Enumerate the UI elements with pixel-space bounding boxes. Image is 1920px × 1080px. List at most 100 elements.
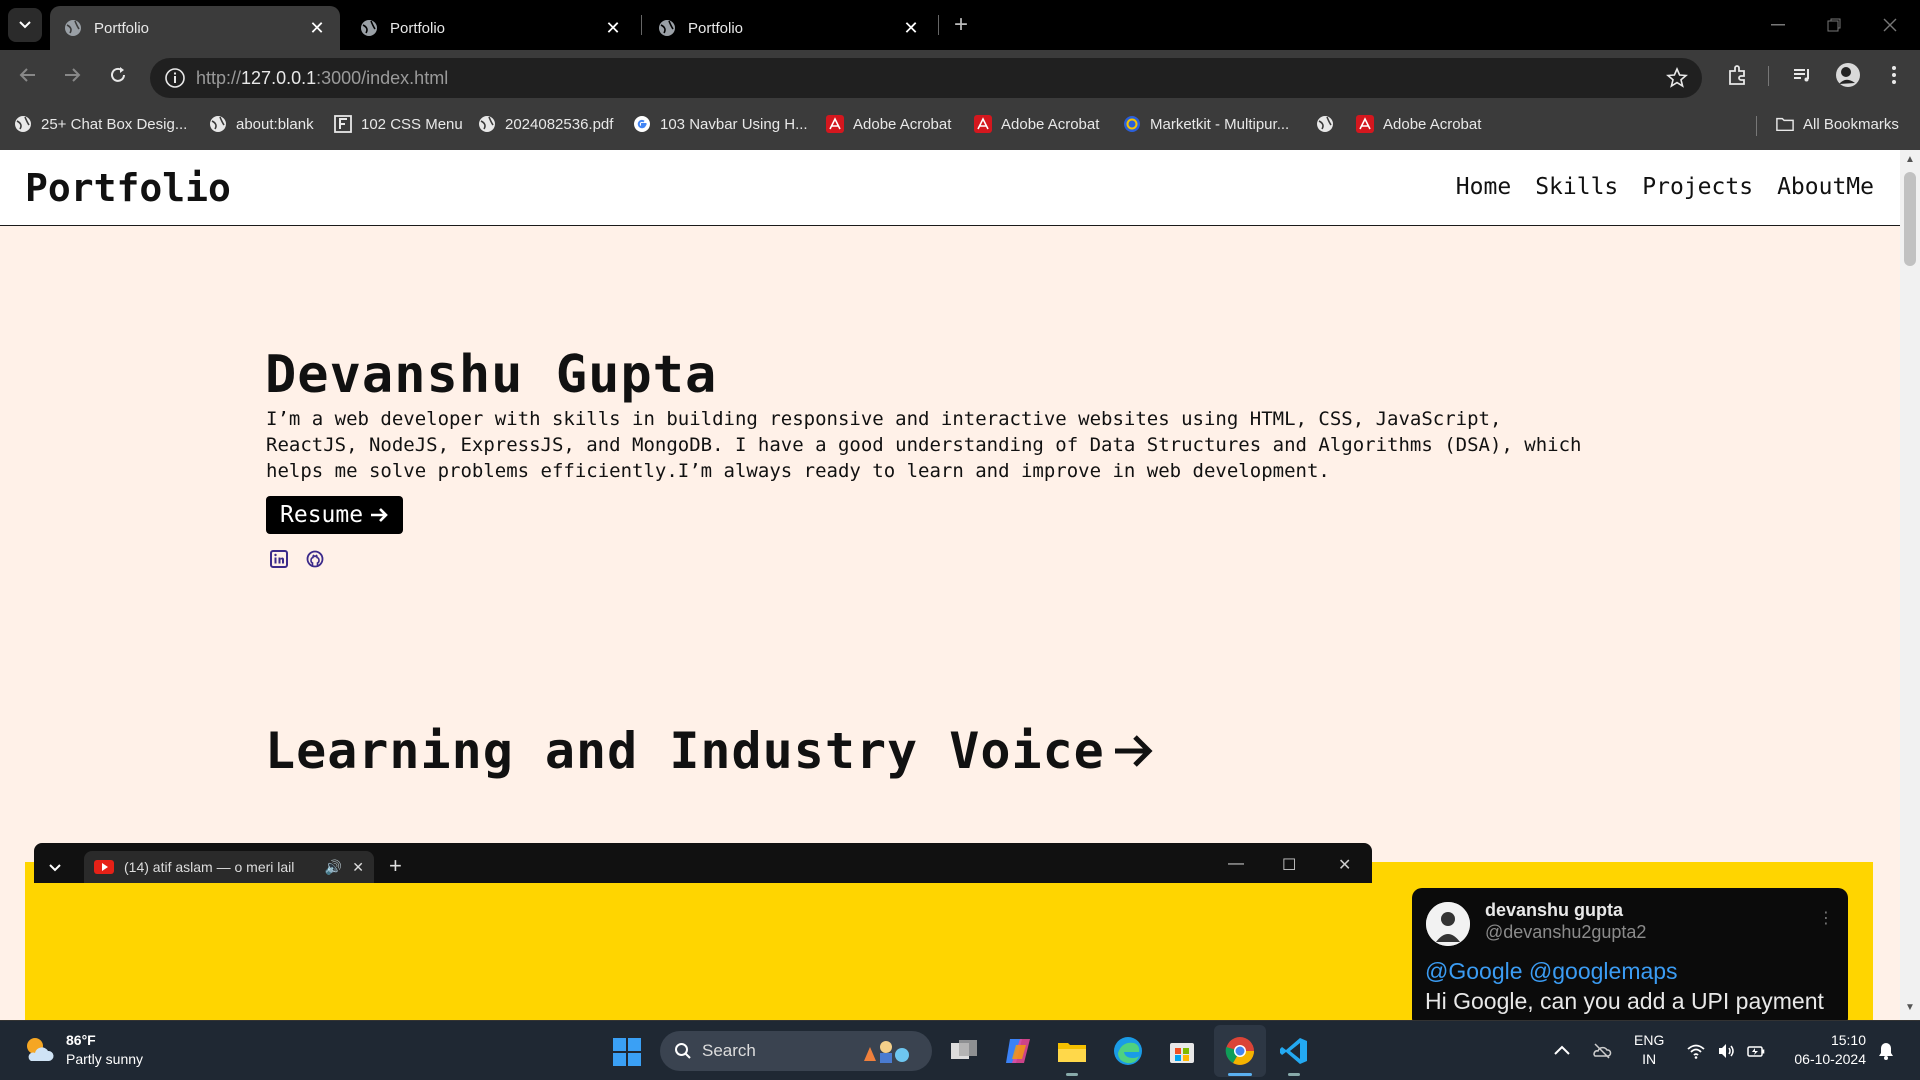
system-clock[interactable]: 15:10 06-10-2024: [1786, 1031, 1866, 1069]
star-icon[interactable]: [1666, 67, 1688, 89]
restore-button[interactable]: [1814, 8, 1854, 42]
search-highlight-icon: [864, 1041, 909, 1063]
minimize-icon[interactable]: —: [1228, 855, 1244, 873]
tab-search-button[interactable]: [8, 8, 42, 42]
nav-home[interactable]: Home: [1456, 174, 1511, 200]
restore-icon[interactable]: ☐: [1282, 855, 1296, 875]
close-icon[interactable]: ✕: [604, 18, 622, 38]
tab-portfolio-1[interactable]: Portfolio ✕: [50, 6, 340, 50]
copilot-icon[interactable]: [1002, 1035, 1034, 1067]
bookmark-item[interactable]: 102 CSS Menu: [334, 115, 463, 133]
arrow-right-icon: [65, 68, 81, 82]
bookmark-item[interactable]: [1316, 115, 1343, 133]
close-window-button[interactable]: [1870, 8, 1910, 42]
resume-label: Resume: [280, 502, 364, 528]
edge-icon[interactable]: [1112, 1035, 1144, 1067]
url-host: 127.0.0.1: [241, 68, 317, 88]
media-control-button[interactable]: [1786, 59, 1818, 91]
mini-tab-youtube[interactable]: (14) atif aslam — o meri lail 🔊 ✕: [84, 851, 374, 883]
extensions-button[interactable]: [1722, 59, 1754, 91]
linkedin-icon[interactable]: [270, 550, 288, 568]
nav-aboutme[interactable]: AboutMe: [1777, 174, 1874, 200]
menu-button[interactable]: [1878, 59, 1910, 91]
close-icon[interactable]: ✕: [902, 18, 920, 38]
bookmark-item[interactable]: Adobe Acrobat: [974, 115, 1099, 133]
lang-code: ENG: [1634, 1032, 1665, 1048]
bookmarks-bar: 25+ Chat Box Desig... about:blank 102 CS…: [0, 100, 1920, 150]
social-links: [270, 550, 324, 568]
more-vert-icon[interactable]: ⋮: [1818, 908, 1834, 928]
nav-skills[interactable]: Skills: [1535, 174, 1618, 200]
weather-widget[interactable]: 86°F Partly sunny: [22, 1031, 143, 1069]
address-bar[interactable]: http://127.0.0.1:3000/index.html: [150, 58, 1702, 98]
globe-icon: [1316, 115, 1334, 133]
toolbar-divider: [1768, 66, 1769, 86]
tab-portfolio-2[interactable]: Portfolio ✕: [346, 6, 636, 50]
all-bookmarks-button[interactable]: All Bookmarks: [1776, 115, 1899, 133]
chevron-down-icon: [19, 21, 31, 29]
volume-icon[interactable]: [1716, 1041, 1736, 1061]
minimize-button[interactable]: [1758, 8, 1798, 42]
forward-button[interactable]: [56, 59, 88, 91]
bookmark-item[interactable]: Marketkit - Multipur...: [1123, 115, 1289, 133]
reload-button[interactable]: [102, 59, 134, 91]
task-view-icon[interactable]: [948, 1035, 980, 1067]
onedrive-off-icon[interactable]: [1592, 1041, 1612, 1061]
notification-bell-icon[interactable]: [1876, 1041, 1896, 1061]
arrow-right-icon[interactable]: [1111, 729, 1155, 773]
page-scrollbar[interactable]: ▲ ▼: [1900, 150, 1920, 1020]
bookmark-item[interactable]: Adobe Acrobat: [826, 115, 951, 133]
resume-button[interactable]: Resume: [266, 496, 404, 534]
windows-taskbar: 86°F Partly sunny Search ENG IN 15:10 06…: [0, 1020, 1920, 1080]
scroll-down-icon[interactable]: ▼: [1904, 1002, 1916, 1014]
site-brand[interactable]: Portfolio: [25, 166, 231, 210]
globe-icon: [478, 115, 496, 133]
bookmark-label: Marketkit - Multipur...: [1150, 115, 1290, 133]
tweet-mentions[interactable]: @Google @googlemaps: [1425, 958, 1678, 985]
new-tab-button[interactable]: +: [948, 11, 974, 38]
minimize-icon: [1771, 24, 1785, 26]
scroll-up-icon[interactable]: ▲: [1904, 154, 1916, 166]
running-indicator: [1066, 1073, 1078, 1076]
tweet-card[interactable]: devanshu gupta @devanshu2gupta2 ⋮ @Googl…: [1412, 888, 1848, 1020]
back-button[interactable]: [12, 59, 44, 91]
language-indicator[interactable]: ENG IN: [1634, 1031, 1664, 1069]
bookmark-label: 2024082536.pdf: [505, 115, 614, 133]
bookmark-item[interactable]: 103 Navbar Using H...: [633, 115, 808, 133]
battery-icon[interactable]: [1746, 1041, 1766, 1061]
close-icon[interactable]: ✕: [352, 859, 364, 876]
profile-button[interactable]: [1832, 59, 1864, 91]
close-icon[interactable]: ✕: [1338, 855, 1351, 875]
windows-start-icon[interactable]: [612, 1037, 642, 1067]
bookmark-item[interactable]: Adobe Acrobat: [1356, 115, 1481, 133]
bookmark-item[interactable]: about:blank: [209, 115, 314, 133]
tweet-author-name: devanshu gupta: [1485, 900, 1624, 920]
chevron-up-icon[interactable]: [1552, 1041, 1572, 1061]
tweet-text: Hi Google, can you add a UPI payment: [1425, 988, 1824, 1014]
page-viewport: Portfolio Home Skills Projects AboutMe D…: [0, 150, 1920, 1020]
github-icon[interactable]: [306, 550, 324, 568]
scroll-thumb[interactable]: [1904, 172, 1916, 266]
restore-icon: [1827, 18, 1841, 32]
chevron-down-icon[interactable]: [44, 857, 66, 879]
section-title-text: Learning and Industry Voice: [265, 722, 1105, 780]
new-tab-button[interactable]: +: [389, 853, 402, 879]
active-indicator: [1228, 1073, 1252, 1076]
file-explorer-icon[interactable]: [1056, 1035, 1088, 1067]
background-browser-window[interactable]: (14) atif aslam — o meri lail 🔊 ✕ + — ☐ …: [34, 843, 1372, 883]
wifi-icon[interactable]: [1686, 1041, 1706, 1061]
bookmark-item[interactable]: 25+ Chat Box Desig...: [14, 115, 187, 133]
vscode-icon[interactable]: [1278, 1035, 1310, 1067]
store-icon[interactable]: [1166, 1035, 1198, 1067]
tab-portfolio-3[interactable]: Portfolio ✕: [644, 6, 934, 50]
close-icon[interactable]: ✕: [308, 18, 326, 38]
avatar-icon: [1426, 902, 1470, 946]
speaker-icon[interactable]: 🔊: [325, 859, 342, 876]
more-vert-icon: [1892, 66, 1896, 84]
info-icon[interactable]: [164, 67, 186, 89]
bookmark-item[interactable]: 2024082536.pdf: [478, 115, 613, 133]
nav-projects[interactable]: Projects: [1642, 174, 1753, 200]
playlist-icon: [1794, 69, 1809, 82]
taskbar-search[interactable]: Search: [660, 1031, 932, 1071]
chrome-icon[interactable]: [1224, 1035, 1256, 1067]
